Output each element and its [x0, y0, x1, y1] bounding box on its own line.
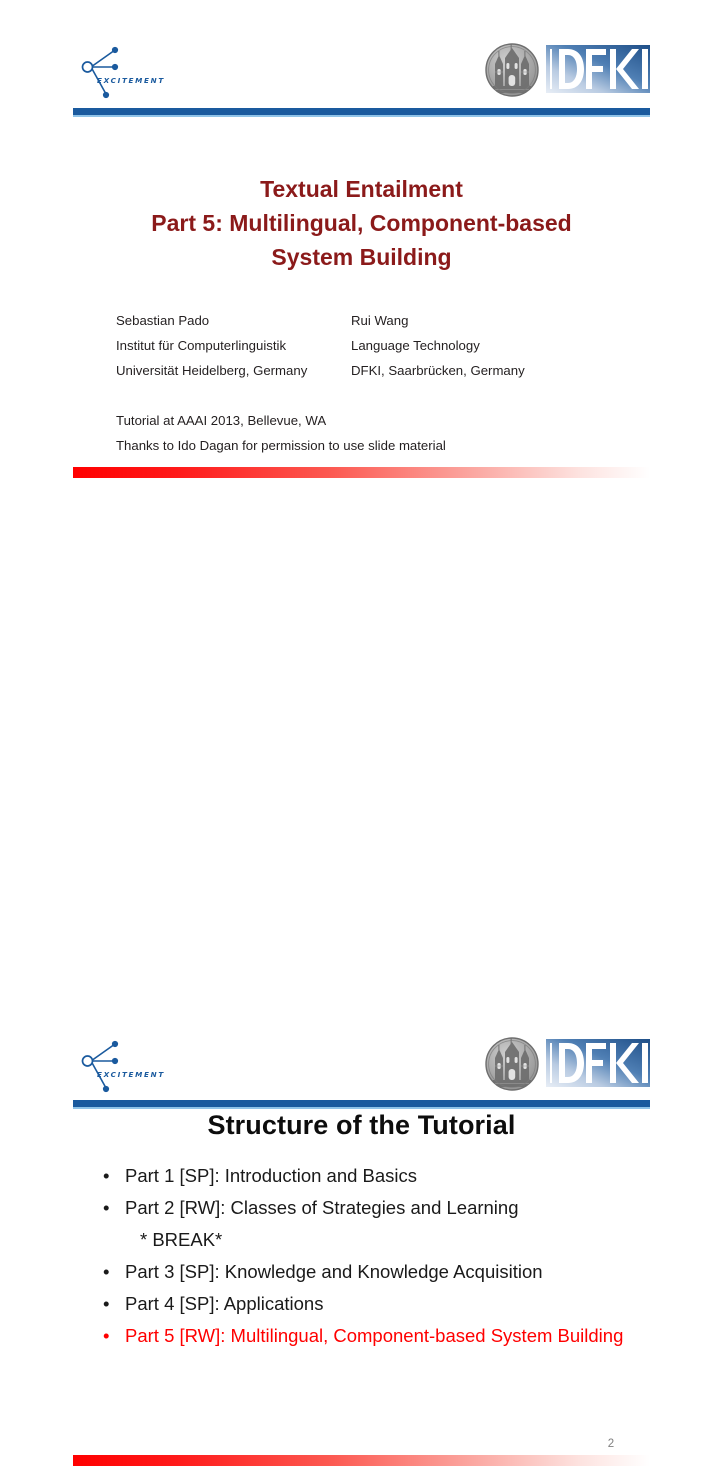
- list-item: • Part 1 [SP]: Introduction and Basics: [98, 1160, 638, 1192]
- tutorial-venue-line: Tutorial at AAAI 2013, Bellevue, WA: [116, 413, 327, 428]
- title-slide: EXCITEMENT Textual Entailment Part 5: Mu…: [0, 0, 720, 500]
- excitement-logo: EXCITEMENT: [73, 1038, 183, 1096]
- dfki-logo: [484, 1036, 650, 1094]
- excitement-network-icon: [81, 1040, 119, 1093]
- list-item-break: * BREAK*: [98, 1224, 638, 1256]
- list-item-label: * BREAK*: [140, 1229, 223, 1250]
- excitement-logo: EXCITEMENT: [73, 44, 183, 102]
- list-item-label: Part 1 [SP]: Introduction and Basics: [125, 1165, 418, 1186]
- dfki-wordmark-icon: [546, 1039, 650, 1087]
- acknowledgement-line: Thanks to Ido Dagan for permission to us…: [116, 438, 446, 453]
- slide-title: Textual Entailment Part 5: Multilingual,…: [73, 172, 650, 274]
- list-item-label: Part 4 [SP]: Applications: [125, 1293, 324, 1314]
- list-item-label: Part 2 [RW]: Classes of Strategies and L…: [125, 1197, 519, 1218]
- university-heidelberg-seal-icon: [485, 43, 539, 97]
- author-row: Institut für Computerlinguistik Language…: [116, 333, 586, 358]
- dfki-logo: [484, 42, 650, 100]
- excitement-network-icon: [81, 46, 119, 99]
- title-line-1: Textual Entailment: [260, 176, 463, 202]
- dfki-wordmark-icon: [546, 45, 650, 93]
- header-divider-blue: [73, 1100, 650, 1109]
- author-institution-left: Universität Heidelberg, Germany: [116, 363, 308, 378]
- author-row: Universität Heidelberg, Germany DFKI, Sa…: [116, 358, 586, 383]
- slide-header: EXCITEMENT: [73, 42, 650, 106]
- title-line-2: Part 5: Multilingual, Component-based: [151, 210, 572, 236]
- bullet-dot-icon: •: [103, 1165, 110, 1186]
- list-item-current: • Part 5 [RW]: Multilingual, Component-b…: [98, 1320, 638, 1352]
- bullet-dot-icon: •: [103, 1197, 110, 1218]
- title-line-3: System Building: [271, 244, 452, 270]
- list-item-label: Part 3 [SP]: Knowledge and Knowledge Acq…: [125, 1261, 543, 1282]
- author-affiliation-right: Language Technology: [351, 338, 480, 353]
- bullet-dot-icon: •: [103, 1325, 110, 1346]
- author-name-left: Sebastian Pado: [116, 313, 210, 328]
- structure-slide: EXCITEMENT Structure of the Tutorial • P…: [0, 500, 720, 1466]
- list-item: • Part 3 [SP]: Knowledge and Knowledge A…: [98, 1256, 638, 1288]
- author-row: Sebastian Pado Rui Wang: [116, 308, 586, 333]
- university-heidelberg-seal-icon: [485, 1037, 539, 1091]
- excitement-wordmark: EXCITEMENT: [97, 1070, 165, 1079]
- list-item-label: Part 5 [RW]: Multilingual, Component-bas…: [125, 1325, 624, 1346]
- bullet-dot-icon: •: [103, 1293, 110, 1314]
- bullet-dot-icon: •: [103, 1261, 110, 1282]
- list-item: • Part 4 [SP]: Applications: [98, 1288, 638, 1320]
- author-block: Sebastian Pado Rui Wang Institut für Com…: [116, 308, 586, 383]
- footer-divider-red: [73, 1455, 650, 1466]
- slide-meta-block: Tutorial at AAAI 2013, Bellevue, WA Than…: [116, 408, 616, 458]
- author-name-right: Rui Wang: [351, 313, 409, 328]
- author-institution-right: DFKI, Saarbrücken, Germany: [351, 363, 525, 378]
- footer-divider-red: [73, 467, 650, 478]
- author-affiliation-left: Institut für Computerlinguistik: [116, 338, 287, 353]
- excitement-wordmark: EXCITEMENT: [97, 76, 165, 85]
- header-divider-blue: [73, 108, 650, 117]
- page-title: Structure of the Tutorial: [207, 1110, 516, 1140]
- slide-header: EXCITEMENT: [73, 1036, 650, 1100]
- list-item: • Part 2 [RW]: Classes of Strategies and…: [98, 1192, 638, 1224]
- tutorial-structure-list: • Part 1 [SP]: Introduction and Basics •…: [98, 1160, 638, 1352]
- page-number: 2: [607, 1438, 615, 1450]
